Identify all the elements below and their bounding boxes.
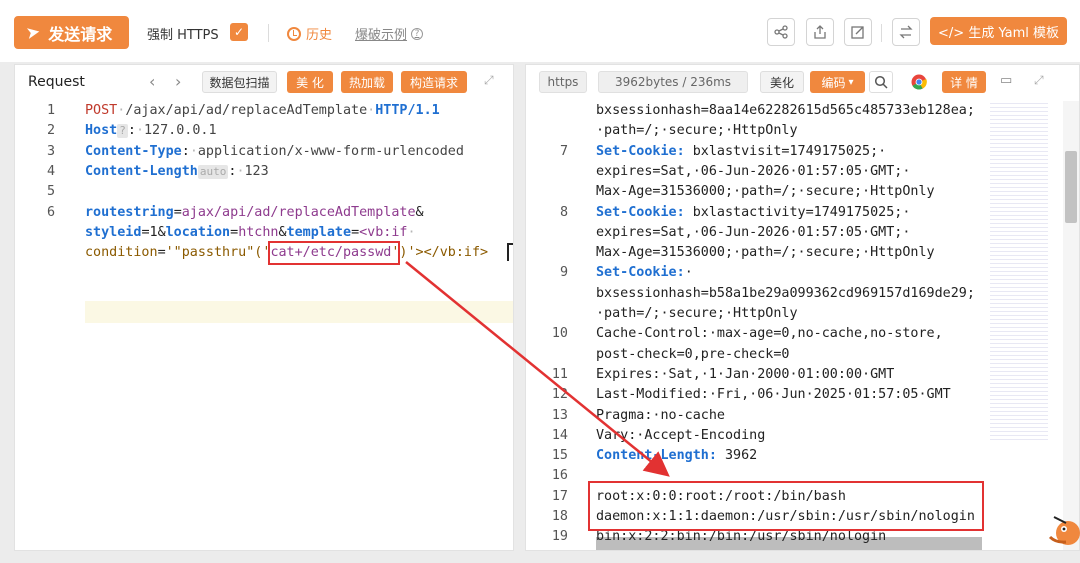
mascot-icon	[1048, 516, 1080, 545]
annotation-arrow	[405, 261, 670, 477]
